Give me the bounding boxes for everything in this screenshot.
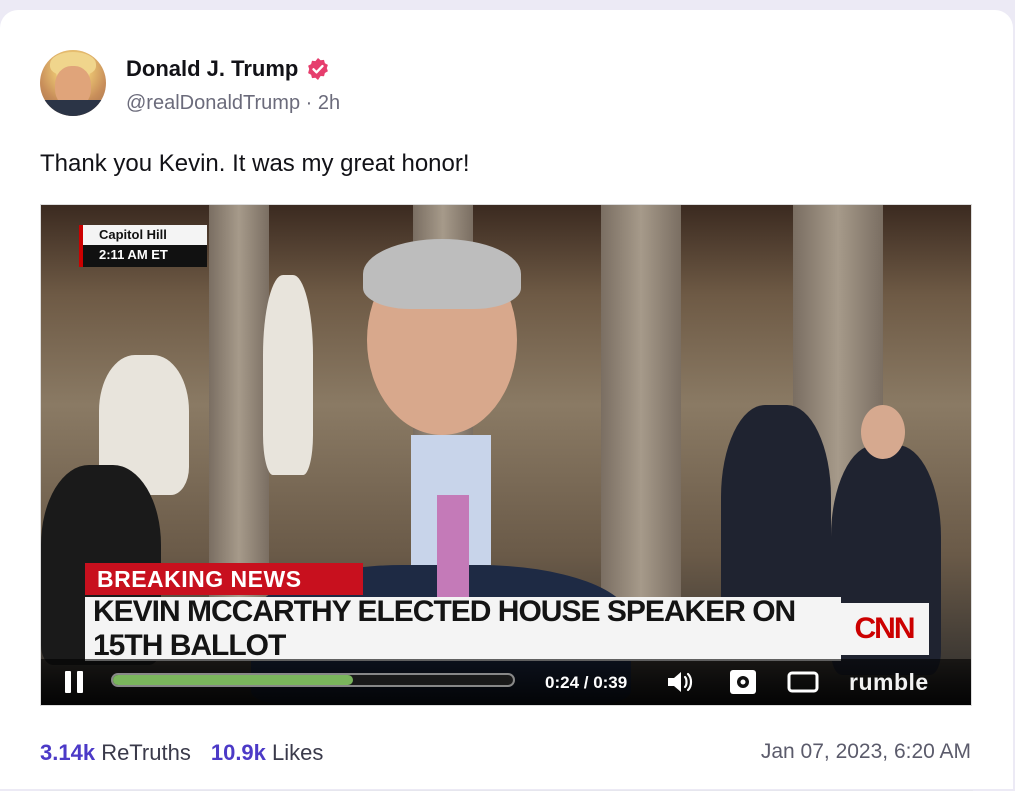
likes-stat[interactable]: 10.9k Likes: [211, 740, 324, 766]
location-tag: Capitol Hill 2:11 AM ET: [79, 225, 207, 269]
video-player[interactable]: Capitol Hill 2:11 AM ET BREAKING NEWS KE…: [40, 204, 972, 706]
retruths-label: ReTruths: [101, 740, 191, 765]
post-card: Donald J. Trump @realDonaldTrump · 2h Th…: [0, 10, 1013, 791]
retruths-stat[interactable]: 3.14k ReTruths: [40, 740, 191, 766]
progress-fill: [113, 675, 353, 685]
pause-icon[interactable]: [63, 669, 91, 695]
author-handle-row: @realDonaldTrump · 2h: [126, 92, 340, 115]
retruths-count: 3.14k: [40, 740, 96, 765]
author-name[interactable]: Donald J. Trump: [126, 56, 298, 82]
meta-separator: ·: [305, 92, 313, 114]
gear-icon[interactable]: [727, 669, 759, 695]
likes-label: Likes: [272, 740, 324, 765]
author-handle[interactable]: @realDonaldTrump: [126, 92, 300, 114]
likes-count: 10.9k: [210, 740, 266, 765]
post-text: Thank you Kevin. It was my great honor!: [40, 150, 470, 177]
verified-badge-icon: [308, 58, 329, 80]
post-timestamp[interactable]: Jan 07, 2023, 6:20 AM: [761, 740, 971, 764]
post-stats: 3.14k ReTruths 10.9k Likes: [40, 740, 323, 766]
progress-bar[interactable]: [111, 673, 515, 687]
post-age[interactable]: 2h: [318, 92, 340, 114]
location-time: 2:11 AM ET: [79, 245, 207, 267]
volume-icon[interactable]: [665, 669, 699, 695]
network-logo: CNN: [839, 603, 929, 655]
author-avatar[interactable]: [40, 50, 106, 116]
news-headline: KEVIN MCCARTHY ELECTED HOUSE SPEAKER ON …: [85, 595, 841, 662]
network-logo-text: CNN: [854, 612, 916, 645]
provider-logo[interactable]: rumble: [849, 669, 929, 696]
time-display: 0:24 / 0:39: [545, 673, 628, 692]
location-label: Capitol Hill: [79, 225, 207, 245]
fullscreen-icon[interactable]: [785, 669, 821, 695]
video-controls: 0:24 / 0:39 rumble: [41, 659, 971, 705]
breaking-news-label: BREAKING NEWS: [85, 563, 363, 595]
author-name-row: Donald J. Trump: [126, 56, 330, 82]
